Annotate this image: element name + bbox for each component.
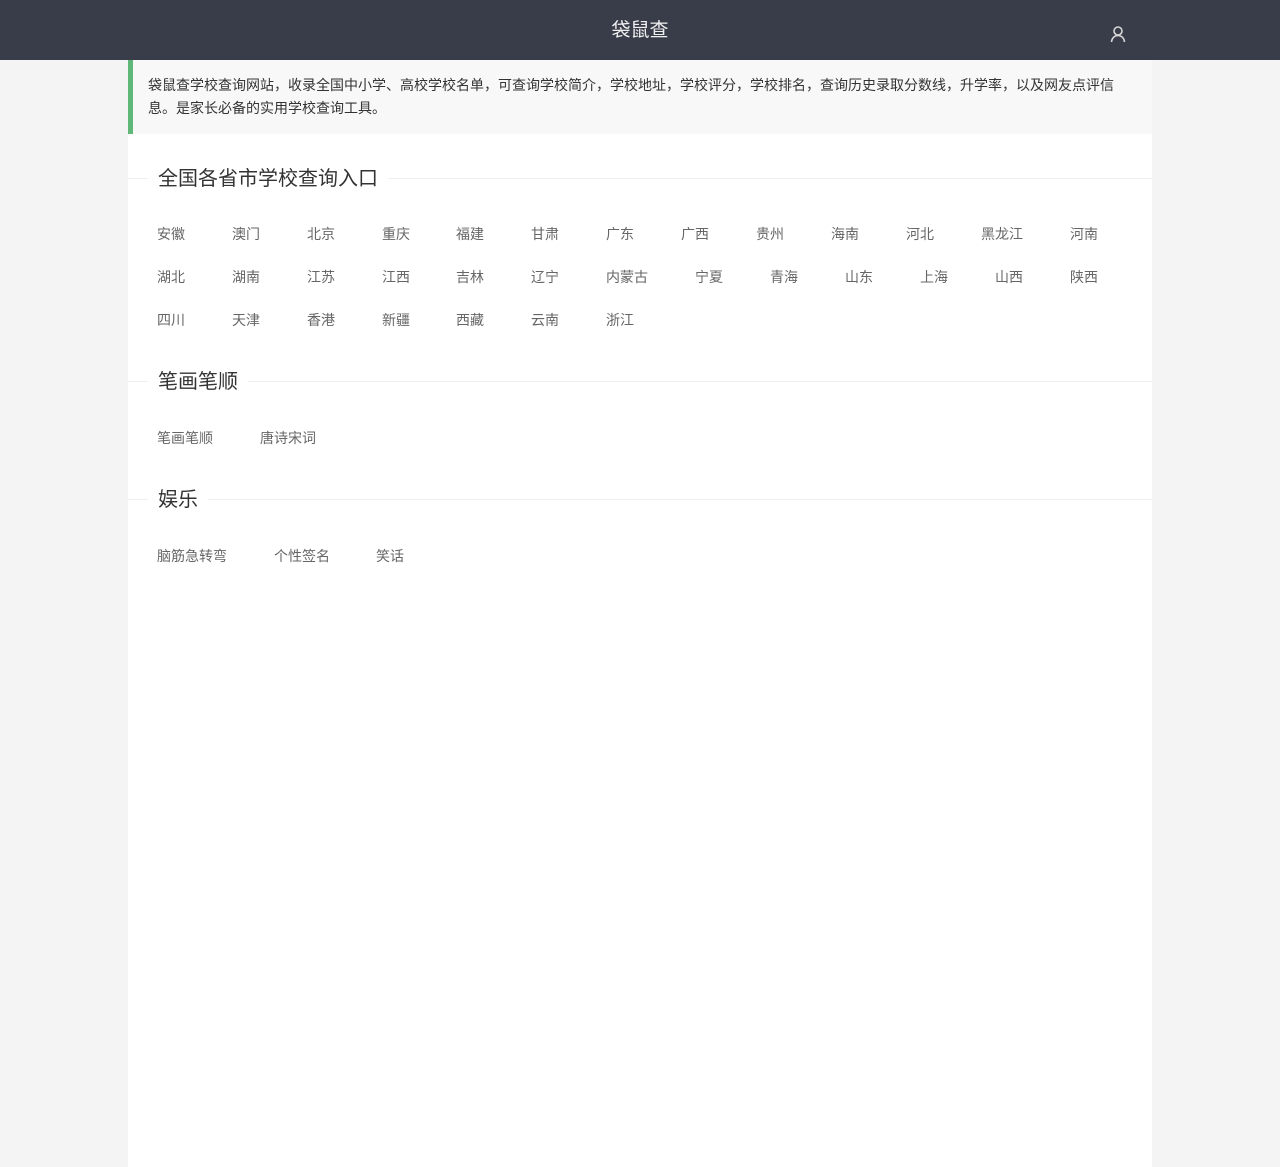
- link-signatures[interactable]: 个性签名: [274, 547, 330, 567]
- section-title: 笔画笔顺: [148, 366, 248, 396]
- province-link-shaanxi[interactable]: 陕西: [1070, 268, 1098, 288]
- section-divider: [128, 381, 1152, 382]
- link-stroke-order[interactable]: 笔画笔顺: [157, 429, 213, 449]
- province-link-guangdong[interactable]: 广东: [606, 225, 634, 245]
- province-link-guizhou[interactable]: 贵州: [756, 225, 784, 245]
- province-link-hunan[interactable]: 湖南: [232, 268, 260, 288]
- main-content: 袋鼠查学校查询网站，收录全国中小学、高校学校名单，可查询学校简介，学校地址，学校…: [128, 60, 1152, 1167]
- province-link-sichuan[interactable]: 四川: [157, 311, 185, 331]
- province-link-xinjiang[interactable]: 新疆: [382, 311, 410, 331]
- province-link-xizang[interactable]: 西藏: [456, 311, 484, 331]
- province-link-shanghai[interactable]: 上海: [920, 268, 948, 288]
- section-provinces: 全国各省市学校查询入口: [128, 163, 1152, 193]
- province-link-liaoning[interactable]: 辽宁: [531, 268, 559, 288]
- province-link-beijing[interactable]: 北京: [307, 225, 335, 245]
- province-link-hubei[interactable]: 湖北: [157, 268, 185, 288]
- section-title: 娱乐: [148, 484, 208, 514]
- province-link-guangxi[interactable]: 广西: [681, 225, 709, 245]
- province-link-macau[interactable]: 澳门: [232, 225, 260, 245]
- link-jokes[interactable]: 笑话: [376, 547, 404, 567]
- province-link-hongkong[interactable]: 香港: [307, 311, 335, 331]
- province-link-hainan[interactable]: 海南: [831, 225, 859, 245]
- link-tang-poems[interactable]: 唐诗宋词: [260, 429, 316, 449]
- province-link-ningxia[interactable]: 宁夏: [695, 268, 723, 288]
- province-link-zhejiang[interactable]: 浙江: [606, 311, 634, 331]
- province-link-tianjin[interactable]: 天津: [232, 311, 260, 331]
- province-link-neimenggu[interactable]: 内蒙古: [606, 268, 648, 288]
- top-header: 袋鼠查: [0, 0, 1280, 60]
- province-link-henan[interactable]: 河南: [1070, 225, 1098, 245]
- user-icon[interactable]: [1108, 24, 1128, 44]
- province-link-hebei[interactable]: 河北: [906, 225, 934, 245]
- section-stroke-order: 笔画笔顺: [128, 366, 1152, 396]
- province-link-jiangsu[interactable]: 江苏: [307, 268, 335, 288]
- province-link-shanxi[interactable]: 山西: [995, 268, 1023, 288]
- province-link-yunnan[interactable]: 云南: [531, 311, 559, 331]
- province-link-heilongjiang[interactable]: 黑龙江: [981, 225, 1023, 245]
- province-link-fujian[interactable]: 福建: [456, 225, 484, 245]
- province-link-gansu[interactable]: 甘肃: [531, 225, 559, 245]
- section-title: 全国各省市学校查询入口: [148, 163, 388, 193]
- province-link-shandong[interactable]: 山东: [845, 268, 873, 288]
- province-link-chongqing[interactable]: 重庆: [382, 225, 410, 245]
- site-intro: 袋鼠查学校查询网站，收录全国中小学、高校学校名单，可查询学校简介，学校地址，学校…: [128, 60, 1152, 134]
- section-divider: [128, 499, 1152, 500]
- province-link-jiangxi[interactable]: 江西: [382, 268, 410, 288]
- site-title[interactable]: 袋鼠查: [0, 0, 1280, 60]
- link-brain-teasers[interactable]: 脑筋急转弯: [157, 547, 227, 567]
- province-link-jilin[interactable]: 吉林: [456, 268, 484, 288]
- section-entertainment: 娱乐: [128, 484, 1152, 514]
- province-link-anhui[interactable]: 安徽: [157, 225, 185, 245]
- province-link-qinghai[interactable]: 青海: [770, 268, 798, 288]
